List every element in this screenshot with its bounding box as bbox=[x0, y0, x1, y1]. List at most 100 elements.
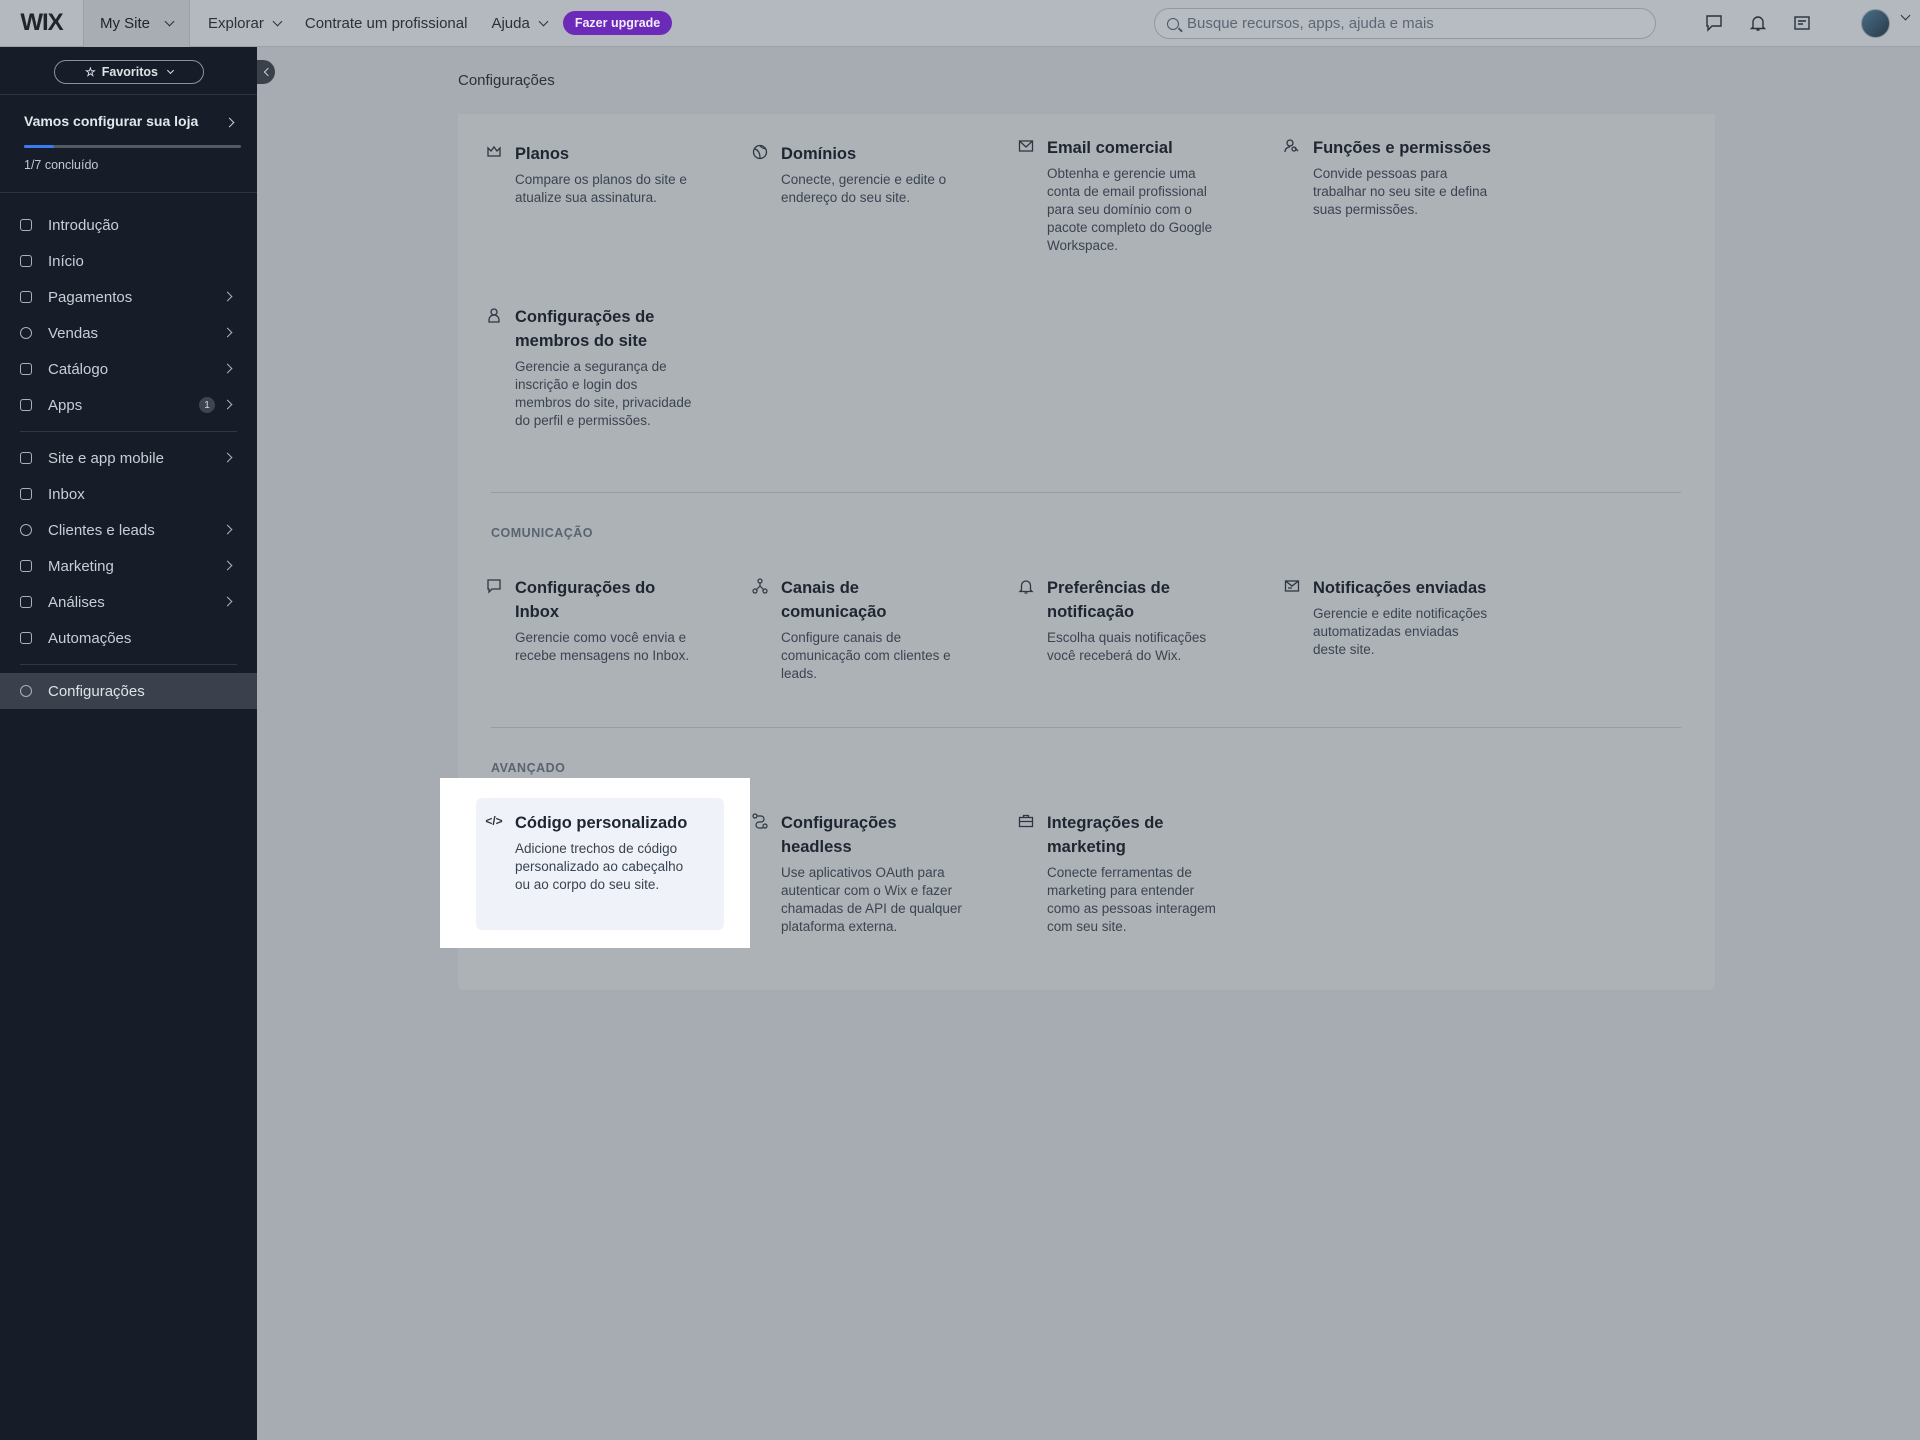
card-description: Obtenha e gerencie uma conta de email pr… bbox=[1047, 166, 1213, 253]
nav-hire-pro[interactable]: Contrate um profissional bbox=[305, 15, 468, 32]
chevron-left-icon bbox=[263, 67, 272, 77]
setup-progress-bar bbox=[24, 145, 241, 148]
sidebar-item-label: Site e app mobile bbox=[48, 449, 164, 467]
chevron-right-icon bbox=[222, 596, 233, 607]
sidebar-item-configuracoes[interactable]: Configurações bbox=[0, 673, 257, 709]
sidebar-divider bbox=[20, 664, 237, 665]
favorites-button[interactable]: ☆ Favoritos bbox=[54, 60, 204, 84]
network-icon bbox=[752, 578, 768, 594]
sidebar-item-label: Inbox bbox=[48, 485, 85, 503]
collapse-sidebar-button[interactable] bbox=[257, 60, 275, 84]
sidebar-item-label: Marketing bbox=[48, 557, 114, 575]
briefcase-icon bbox=[1018, 814, 1034, 828]
sidebar-item-catalogo[interactable]: Catálogo bbox=[0, 351, 257, 387]
card-title: Planos bbox=[515, 145, 570, 163]
nav-help[interactable]: Ajuda bbox=[491, 14, 549, 32]
chevron-down-icon bbox=[272, 16, 283, 26]
card-description: Use aplicativos OAuth para autenticar co… bbox=[781, 865, 962, 934]
sidebar-item-marketing[interactable]: Marketing bbox=[0, 548, 257, 584]
gear-icon bbox=[20, 685, 32, 697]
users-icon bbox=[20, 524, 32, 536]
nav-explorar-label: Explorar bbox=[208, 14, 264, 32]
section-divider bbox=[491, 727, 1681, 728]
search-placeholder: Busque recursos, apps, ajuda e mais bbox=[1187, 15, 1434, 32]
sidebar-item-inbox[interactable]: Inbox bbox=[0, 476, 257, 512]
sidebar-item-introducao[interactable]: Introdução bbox=[0, 207, 257, 243]
card-description: Configure canais de comunicação com clie… bbox=[781, 630, 951, 681]
chevron-right-icon bbox=[222, 399, 233, 410]
sidebar-item-label: Catálogo bbox=[48, 360, 109, 378]
search-icon bbox=[1167, 17, 1179, 30]
chevron-right-icon bbox=[222, 524, 233, 535]
nav-help-label: Ajuda bbox=[491, 14, 530, 32]
tag-icon bbox=[20, 363, 32, 375]
sidebar: ☆ Favoritos Vamos configurar sua loja 1/… bbox=[0, 47, 257, 1440]
code-icon: </> bbox=[485, 814, 503, 828]
section-title-comunicacao: COMUNICAÇÃO bbox=[491, 526, 594, 540]
upgrade-button[interactable]: Fazer upgrade bbox=[562, 11, 673, 35]
chevron-down-icon bbox=[538, 16, 549, 26]
card-description: Escolha quais notificações você receberá… bbox=[1047, 630, 1207, 663]
lightning-icon bbox=[20, 632, 32, 644]
setup-title: Vamos configurar sua loja bbox=[24, 113, 199, 129]
card-description: Conecte, gerencie e edite o endereço do … bbox=[781, 172, 947, 205]
sidebar-item-automacoes[interactable]: Automações bbox=[0, 620, 257, 656]
globe-icon bbox=[752, 144, 768, 160]
chevron-right-icon bbox=[222, 291, 233, 302]
site-menu[interactable]: My Site bbox=[84, 0, 190, 47]
card-description: Gerencie e edite notificações automatiza… bbox=[1313, 606, 1488, 657]
setup-progress-text: 1/7 concluído bbox=[24, 158, 99, 172]
dollar-icon bbox=[20, 327, 32, 339]
home-icon bbox=[20, 255, 32, 267]
sidebar-item-vendas[interactable]: Vendas bbox=[0, 315, 257, 351]
sidebar-item-label: Pagamentos bbox=[48, 288, 133, 306]
chat-icon bbox=[487, 579, 501, 594]
news-icon[interactable] bbox=[1793, 14, 1811, 32]
chevron-right-icon bbox=[222, 363, 233, 374]
sidebar-item-analises[interactable]: Análises bbox=[0, 584, 257, 620]
sidebar-nav: Introdução Início Pagamentos Vendas Catá… bbox=[0, 207, 257, 709]
mail-sent-icon bbox=[1284, 580, 1300, 592]
page-title: Configurações bbox=[458, 72, 555, 89]
crown-icon bbox=[487, 145, 501, 157]
card-title: Preferências de notificação bbox=[1047, 579, 1170, 621]
sidebar-divider bbox=[20, 431, 237, 432]
inbox-icon bbox=[20, 488, 32, 500]
sidebar-item-apps[interactable]: Apps 1 bbox=[0, 387, 257, 423]
sidebar-item-label: Apps bbox=[48, 396, 83, 414]
nav-explorar[interactable]: Explorar bbox=[208, 14, 283, 32]
chevron-down-icon bbox=[166, 66, 175, 75]
chevron-right-icon bbox=[222, 327, 233, 338]
apps-icon bbox=[20, 399, 32, 411]
card-title: Funções e permissões bbox=[1313, 139, 1491, 157]
favorites-label: Favoritos bbox=[101, 65, 159, 79]
sidebar-item-clientes[interactable]: Clientes e leads bbox=[0, 512, 257, 548]
card-title: Configurações do Inbox bbox=[515, 579, 656, 621]
setup-progress-card[interactable]: Vamos configurar sua loja 1/7 concluído bbox=[0, 94, 257, 193]
member-icon bbox=[488, 308, 500, 323]
sidebar-item-inicio[interactable]: Início bbox=[0, 243, 257, 279]
rocket-icon bbox=[20, 219, 32, 231]
avatar[interactable] bbox=[1861, 9, 1890, 38]
sidebar-item-pagamentos[interactable]: Pagamentos bbox=[0, 279, 257, 315]
card-title: Configurações headless bbox=[781, 814, 897, 856]
card-description: Gerencie como você envia e recebe mensag… bbox=[515, 630, 690, 663]
mail-icon bbox=[1018, 140, 1034, 152]
sidebar-item-label: Configurações bbox=[48, 682, 145, 700]
card-title: Integrações de marketing bbox=[1047, 814, 1164, 856]
card-title: Email comercial bbox=[1047, 139, 1173, 157]
card-description: Adicione trechos de código personalizado… bbox=[515, 841, 684, 892]
chevron-right-icon bbox=[222, 452, 233, 463]
sidebar-item-site-mobile[interactable]: Site e app mobile bbox=[0, 440, 257, 476]
card-title: Código personalizado bbox=[515, 814, 688, 832]
sidebar-item-label: Vendas bbox=[48, 324, 99, 342]
chevron-right-icon bbox=[222, 560, 233, 571]
chat-icon[interactable] bbox=[1705, 14, 1723, 32]
bell-icon[interactable] bbox=[1749, 14, 1767, 32]
section-divider bbox=[491, 492, 1681, 493]
search-input[interactable]: Busque recursos, apps, ajuda e mais bbox=[1154, 8, 1656, 39]
monitor-icon bbox=[20, 452, 32, 464]
bell-icon bbox=[1018, 580, 1034, 594]
setup-progress-fill bbox=[24, 145, 55, 148]
wix-logo[interactable]: WIX bbox=[0, 0, 84, 47]
